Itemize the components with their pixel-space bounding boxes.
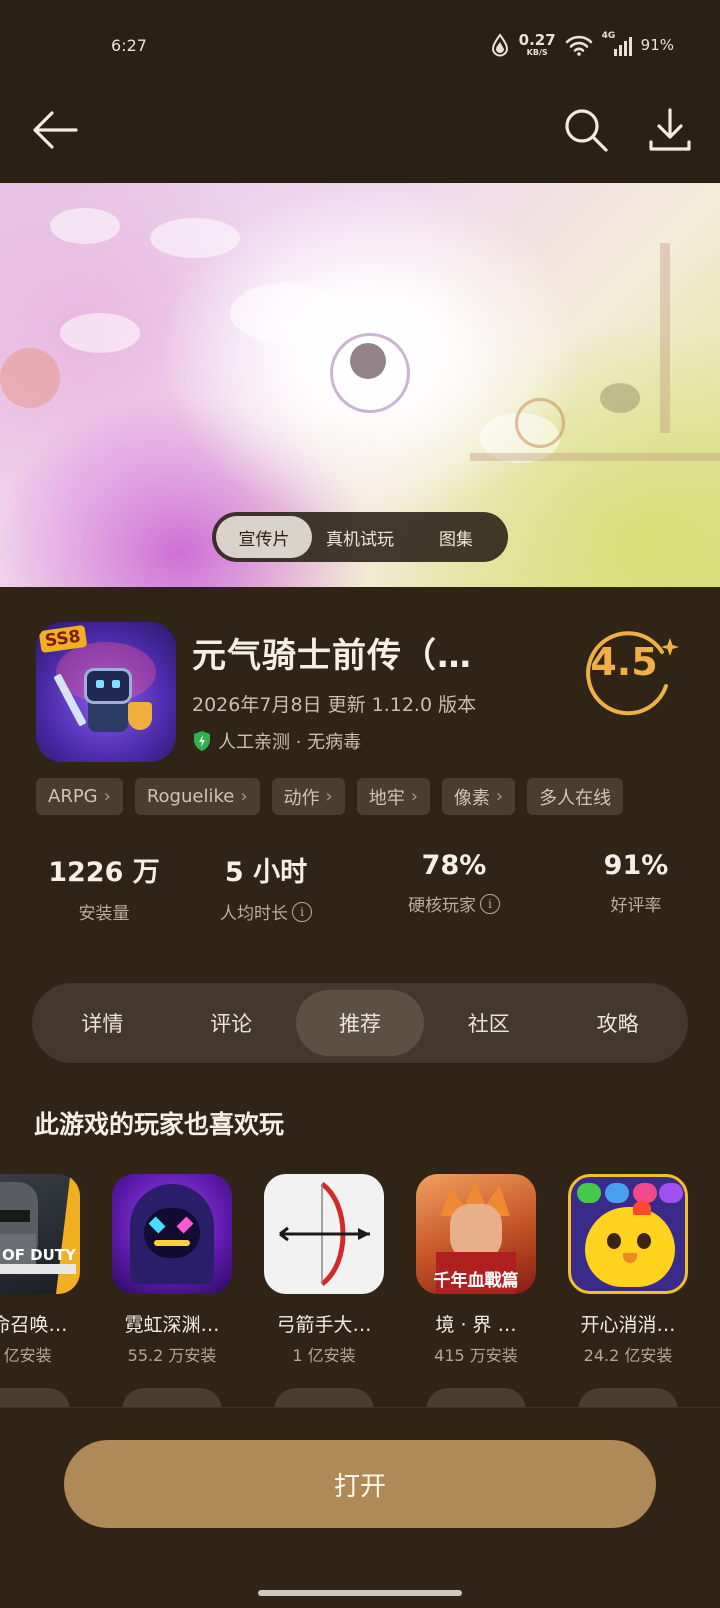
app-update-info: 2026年7月8日 更新 1.12.0 版本	[192, 694, 477, 716]
tag-item[interactable]: 像素 ›	[441, 778, 516, 815]
stat-hardcore: 78% 硬核玩家 i	[374, 850, 534, 916]
bow-arrow-icon	[279, 1181, 370, 1287]
status-bar: 6:27 0.27 KB/S 4G 91%	[0, 0, 720, 92]
chevron-right-icon: ›	[410, 786, 418, 807]
data-saver-icon	[491, 33, 508, 57]
game-icon: ALL OF DUTY	[0, 1174, 80, 1294]
tag-item[interactable]: 多人在线	[527, 778, 624, 815]
media-tab-switcher: 宣传片 真机试玩 图集	[212, 512, 508, 562]
recommendation-list: ALL OF DUTY 使命召唤… 1 亿安装 霓虹深渊… 55.2 万安装	[0, 1172, 720, 1410]
status-time: 6:27	[111, 36, 147, 55]
tab-guides[interactable]: 攻略	[553, 990, 682, 1056]
game-icon	[568, 1174, 688, 1294]
tag-item[interactable]: Roguelike ›	[134, 778, 260, 815]
cellular-signal-icon: 4G	[602, 31, 632, 56]
tab-recommend[interactable]: 推荐	[295, 990, 425, 1056]
rec-item[interactable]: ALL OF DUTY 使命召唤… 1 亿安装	[0, 1172, 93, 1410]
stat-value: 78%	[421, 850, 487, 881]
wifi-icon	[565, 35, 592, 56]
net-speed: 0.27 KB/S	[519, 33, 556, 57]
status-indicators: 0.27 KB/S 4G 91%	[490, 30, 674, 60]
tag-item[interactable]: 动作 ›	[271, 778, 345, 815]
game-name: 境 · 界 …	[435, 1314, 517, 1336]
verified-text: 人工亲测 · 无病毒	[218, 732, 362, 753]
chevron-right-icon: ›	[325, 786, 333, 807]
rec-item[interactable]: 弓箭手大… 1 亿安装	[249, 1172, 397, 1410]
info-icon[interactable]: i	[292, 901, 312, 922]
open-button[interactable]: 打开	[64, 1440, 656, 1528]
detail-tabs: 详情 评论 推荐 社区 攻略	[32, 983, 688, 1063]
game-name: 开心消消…	[580, 1314, 676, 1336]
stat-value: 5 小时	[224, 857, 308, 888]
home-indicator[interactable]	[258, 1590, 462, 1596]
rec-item[interactable]: 霓虹深渊… 55.2 万安装	[97, 1172, 245, 1410]
game-name: 霓虹深渊…	[124, 1314, 220, 1336]
download-icon[interactable]	[646, 106, 694, 154]
game-icon: 千年血戰篇	[416, 1174, 536, 1294]
chevron-right-icon: ›	[240, 786, 248, 807]
game-name: 使命召唤…	[0, 1314, 68, 1336]
rec-item[interactable]: 开心消消… 24.2 亿安装	[553, 1172, 701, 1410]
media-tab-gallery[interactable]: 图集	[408, 516, 504, 558]
genre-tags: ARPG › Roguelike › 动作 › 地牢 › 像素 › 多人在线	[36, 778, 702, 816]
tab-community[interactable]: 社区	[424, 990, 553, 1056]
net-speed-unit: KB/S	[526, 48, 548, 57]
section-title: 此游戏的玩家也喜欢玩	[34, 1110, 285, 1139]
rating-value: 4.5	[590, 640, 658, 684]
tab-reviews[interactable]: 评论	[167, 990, 296, 1056]
verified-shield-icon	[194, 731, 210, 751]
media-tab-playtest[interactable]: 真机试玩	[312, 516, 408, 558]
tab-details[interactable]: 详情	[38, 990, 167, 1056]
game-logo-text: 千年血戰篇	[433, 1271, 519, 1291]
stats-row: 1226 万 安装量 5 小时 人均时长 i 78% 硬核玩家 i 91% 好评率	[0, 850, 720, 930]
tag-item[interactable]: ARPG ›	[36, 778, 123, 815]
stat-positive-rate: 91% 好评率	[556, 850, 716, 916]
app-title: 元气骑士前传（…	[192, 636, 472, 676]
stat-value: 1226 万	[48, 857, 160, 888]
stat-label: 好评率	[610, 896, 662, 916]
info-icon[interactable]: i	[480, 893, 500, 914]
stat-label: 人均时长	[220, 904, 288, 924]
media-tab-video[interactable]: 宣传片	[216, 516, 312, 558]
game-name: 弓箭手大…	[276, 1314, 372, 1336]
stat-avg-time: 5 小时 人均时长 i	[186, 850, 346, 924]
rec-item[interactable]: 千年血戰篇 境 · 界 … 415 万安装	[401, 1172, 549, 1410]
chevron-right-icon: ›	[495, 786, 504, 807]
battery-level: 91%	[640, 36, 674, 54]
game-installs: 24.2 亿安装	[583, 1346, 673, 1365]
stat-label: 硬核玩家	[408, 896, 476, 916]
net-speed-value: 0.27	[518, 31, 556, 49]
app-icon: SS8	[36, 622, 176, 762]
game-icon	[264, 1174, 384, 1294]
game-logo-text: ALL OF DUTY	[0, 1246, 76, 1264]
chevron-right-icon: ›	[103, 786, 111, 807]
game-installs: 55.2 万安装	[127, 1346, 217, 1365]
stat-value: 91%	[603, 850, 669, 881]
rating-badge[interactable]: 4.5	[574, 630, 680, 718]
tag-item[interactable]: 地牢 ›	[356, 778, 430, 815]
game-icon	[112, 1174, 232, 1294]
app-verified: 人工亲测 · 无病毒	[192, 728, 361, 754]
back-arrow-icon[interactable]	[30, 108, 80, 152]
game-installs: 1 亿安装	[292, 1346, 356, 1365]
search-icon[interactable]	[562, 106, 610, 154]
stat-label: 安装量	[78, 904, 130, 924]
stat-installs: 1226 万 安装量	[24, 850, 184, 924]
game-installs: 1 亿安装	[0, 1346, 52, 1365]
game-installs: 415 万安装	[434, 1346, 518, 1365]
